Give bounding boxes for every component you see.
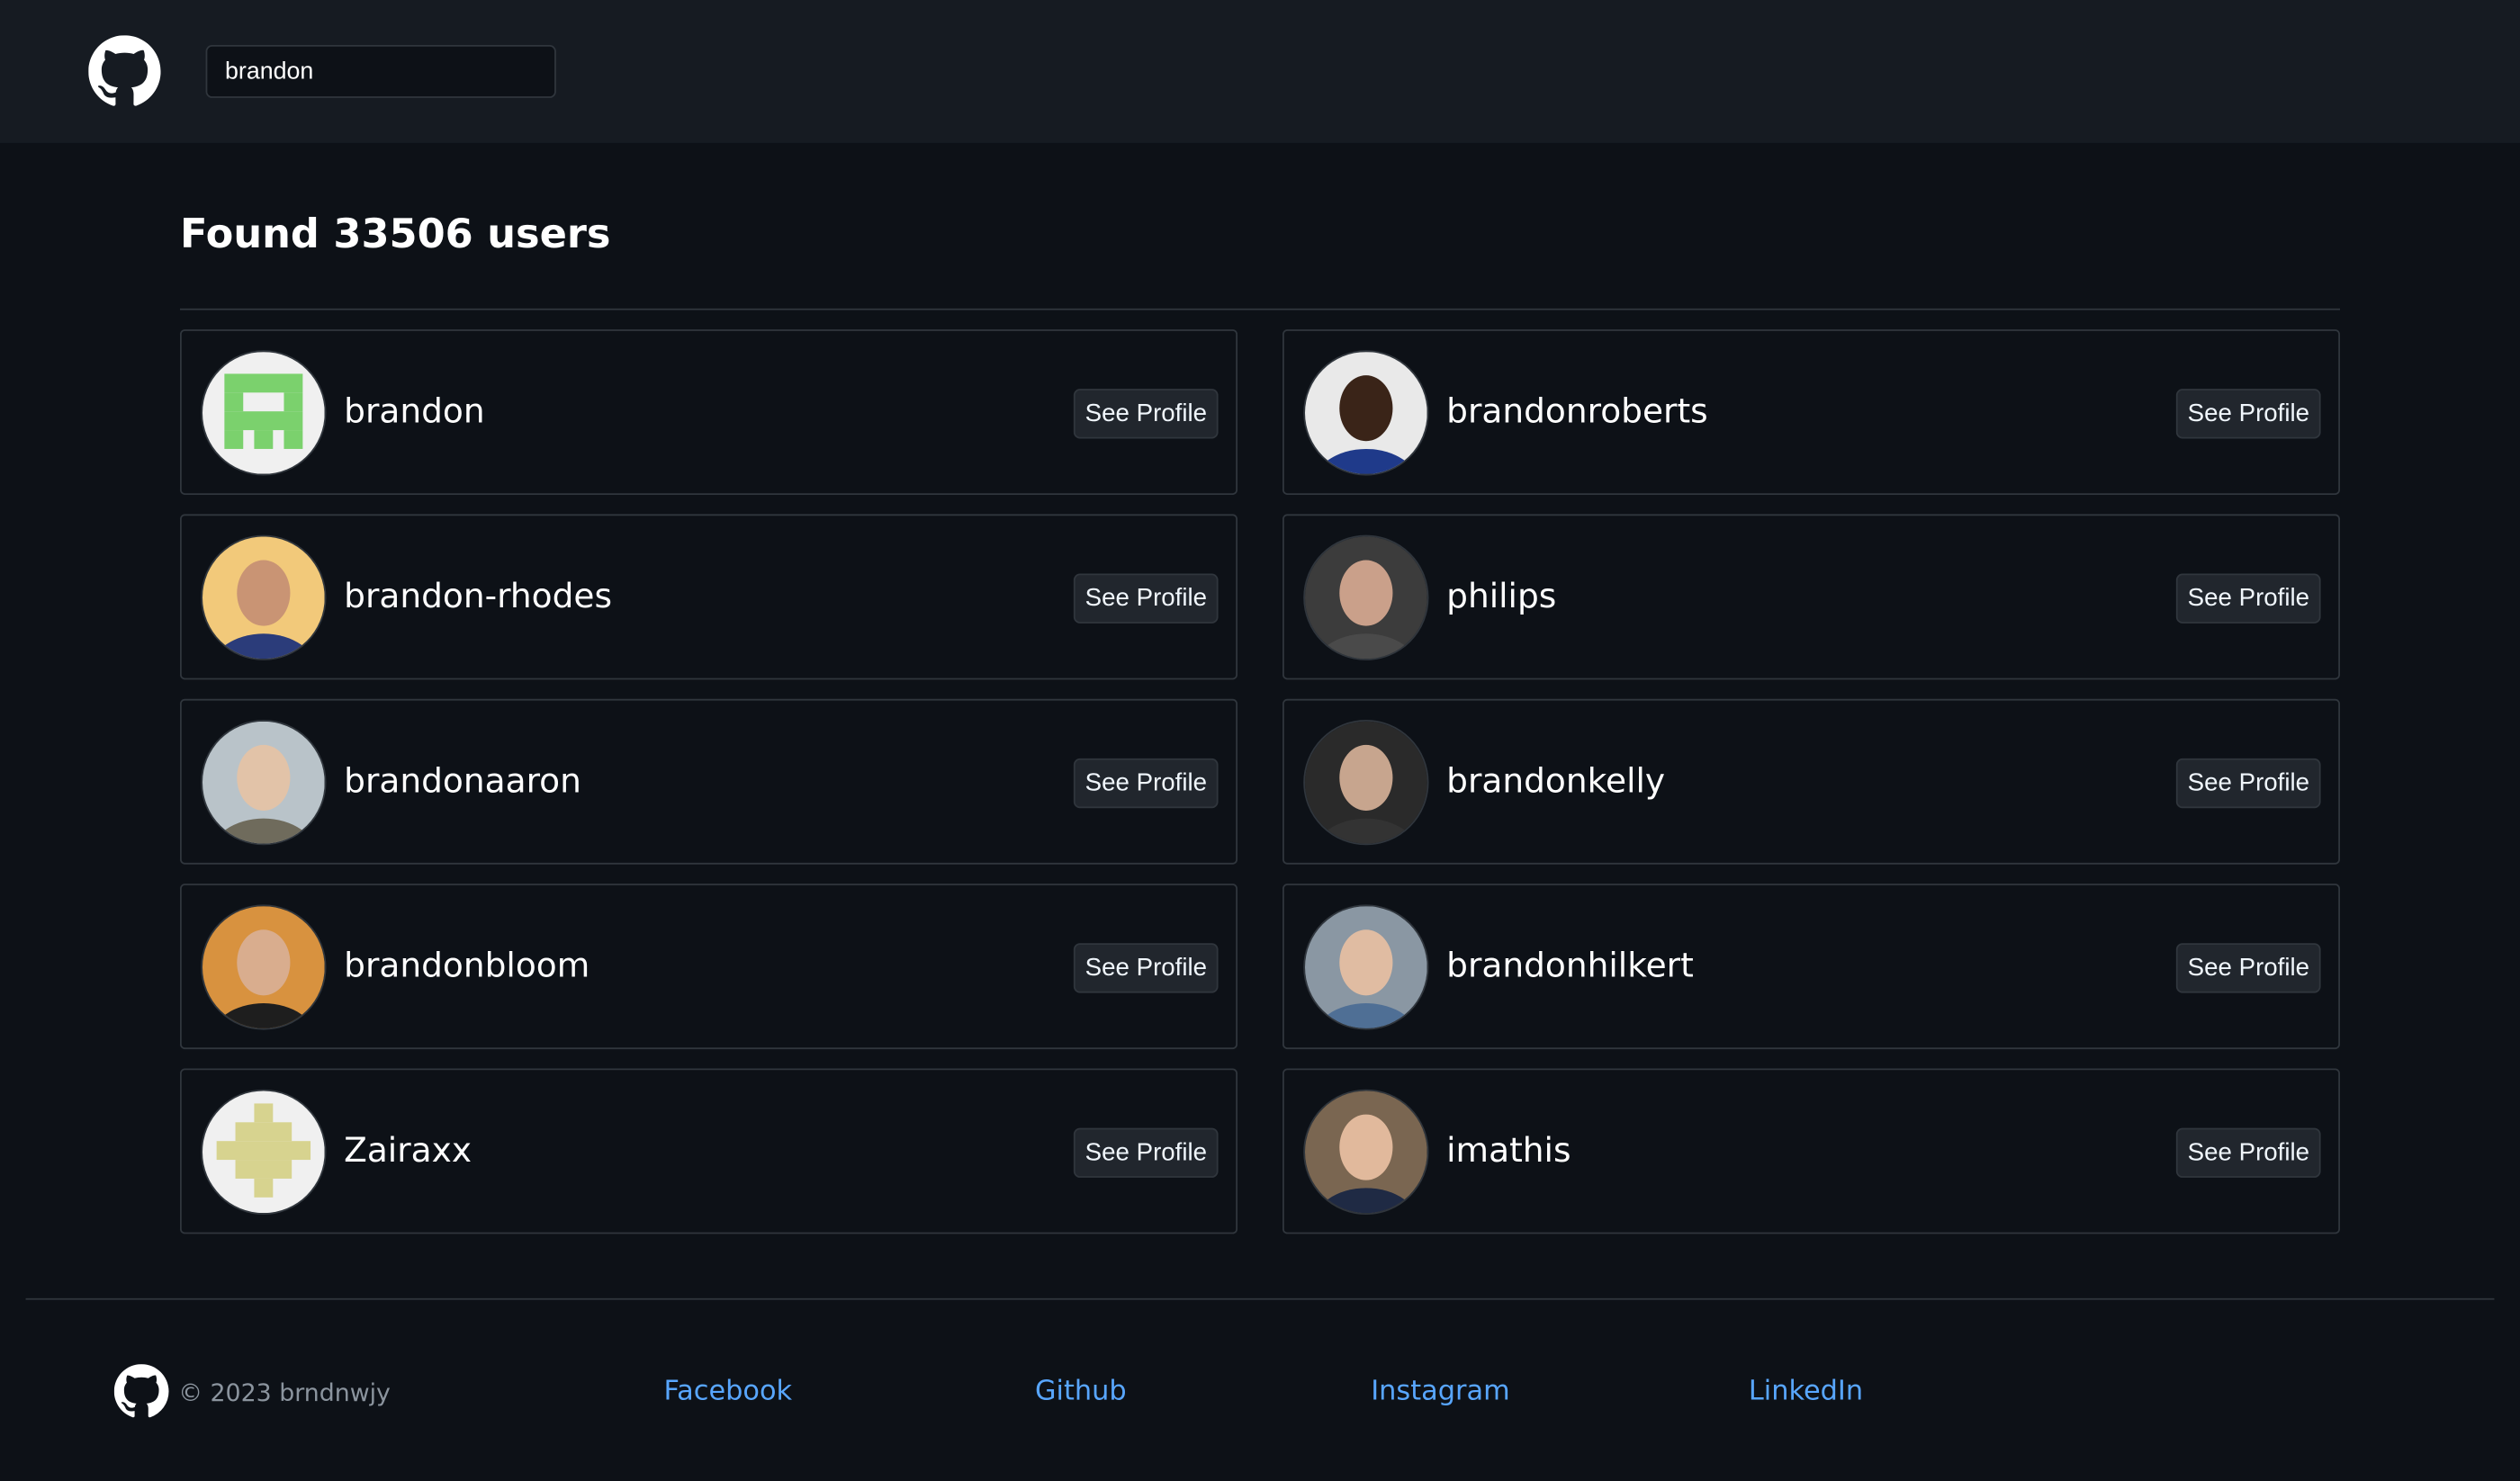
user-card: philips See Profile bbox=[1282, 514, 2340, 680]
github-octocat-icon bbox=[113, 1364, 169, 1418]
username-label: imathis bbox=[1446, 1131, 1571, 1170]
see-profile-button[interactable]: See Profile bbox=[2176, 758, 2321, 809]
avatar bbox=[201, 904, 327, 1030]
user-grid: brandon See Profile brandonroberts See Prof… bbox=[179, 329, 2340, 1234]
user-card: Zairaxx See Profile bbox=[179, 1068, 1238, 1234]
see-profile-button[interactable]: See Profile bbox=[2176, 389, 2321, 439]
footer-link-instagram[interactable]: Instagram bbox=[1371, 1376, 1509, 1408]
user-card: brandonhilkert See Profile bbox=[1282, 884, 2340, 1050]
user-card: brandonaaron See Profile bbox=[179, 698, 1238, 865]
see-profile-button[interactable]: See Profile bbox=[1074, 943, 1219, 993]
user-card: imathis See Profile bbox=[1282, 1068, 2340, 1234]
user-card: brandon-rhodes See Profile bbox=[179, 514, 1238, 680]
see-profile-button[interactable]: See Profile bbox=[2176, 943, 2321, 993]
username-label: brandon-rhodes bbox=[344, 577, 613, 615]
avatar bbox=[1303, 350, 1429, 476]
user-card: brandonbloom See Profile bbox=[179, 884, 1238, 1050]
footer-link-github[interactable]: Github bbox=[1035, 1376, 1127, 1408]
top-header bbox=[0, 0, 2520, 143]
username-label: brandonhilkert bbox=[1446, 946, 1694, 985]
username-label: brandonroberts bbox=[1446, 391, 1708, 431]
username-label: brandon bbox=[344, 391, 485, 431]
see-profile-button[interactable]: See Profile bbox=[1074, 389, 1219, 439]
github-octocat-icon[interactable] bbox=[88, 35, 161, 107]
username-label: brandonaaron bbox=[344, 761, 581, 801]
avatar bbox=[1303, 1089, 1429, 1215]
footer-divider bbox=[25, 1297, 2495, 1300]
avatar bbox=[201, 719, 327, 846]
see-profile-button[interactable]: See Profile bbox=[1074, 758, 1219, 809]
results-count-heading: Found 33506 users bbox=[179, 210, 611, 257]
section-divider bbox=[179, 308, 2340, 310]
user-card: brandonkelly See Profile bbox=[1282, 698, 2340, 865]
username-label: brandonbloom bbox=[344, 946, 590, 985]
footer-link-linkedin[interactable]: LinkedIn bbox=[1749, 1376, 1863, 1408]
avatar bbox=[201, 350, 327, 476]
app-root: Found 33506 users brandonSee Profilebran… bbox=[0, 0, 2520, 1481]
avatar bbox=[1303, 534, 1429, 660]
see-profile-button[interactable]: See Profile bbox=[2176, 573, 2321, 624]
copyright-text: © 2023 brndnwjy bbox=[178, 1378, 391, 1408]
username-label: brandonkelly bbox=[1446, 761, 1666, 801]
avatar bbox=[201, 534, 327, 660]
username-label: Zairaxx bbox=[344, 1131, 472, 1170]
username-label: philips bbox=[1446, 577, 1557, 615]
search-input[interactable] bbox=[205, 44, 556, 98]
avatar bbox=[1303, 904, 1429, 1030]
see-profile-button[interactable]: See Profile bbox=[1074, 1127, 1219, 1178]
user-card: brandon See Profile bbox=[179, 329, 1238, 495]
footer-link-facebook[interactable]: Facebook bbox=[663, 1376, 792, 1408]
see-profile-button[interactable]: See Profile bbox=[2176, 1127, 2321, 1178]
user-card: brandonroberts See Profile bbox=[1282, 329, 2340, 495]
avatar bbox=[201, 1089, 327, 1215]
see-profile-button[interactable]: See Profile bbox=[1074, 573, 1219, 624]
avatar bbox=[1303, 719, 1429, 846]
